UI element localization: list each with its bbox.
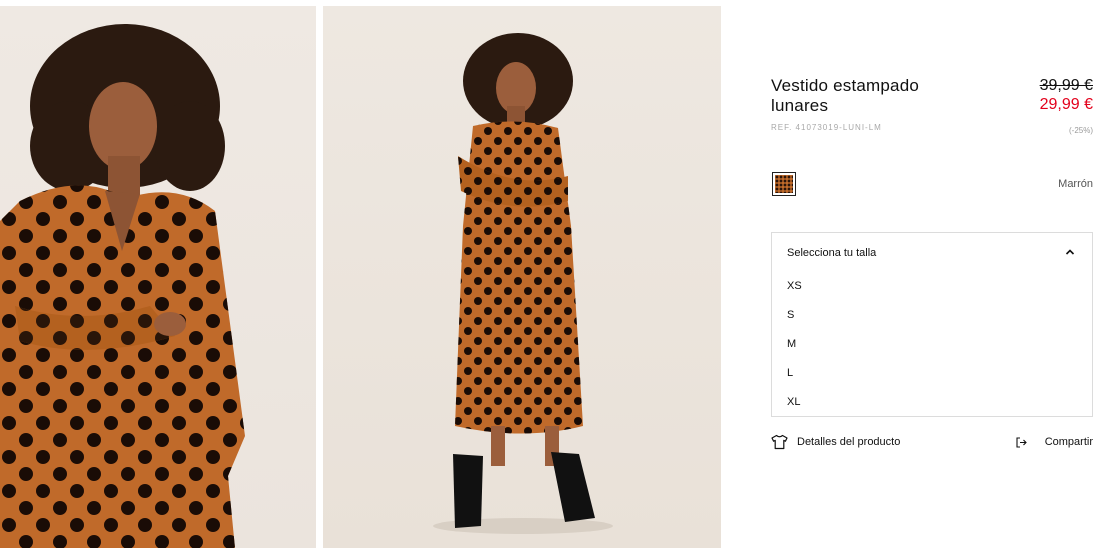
tshirt-icon — [771, 434, 788, 450]
share-label: Compartir — [1044, 436, 1093, 448]
model-closeup-illustration — [0, 24, 245, 548]
product-photo-fullbody[interactable] — [323, 6, 721, 548]
color-swatch-marron[interactable] — [772, 172, 796, 196]
product-photo-closeup[interactable] — [0, 6, 316, 548]
size-option-l[interactable]: L — [787, 363, 1077, 383]
size-option-xs[interactable]: XS — [787, 276, 1077, 296]
product-info-panel: Vestido estampado lunares REF. 41073019-… — [771, 0, 1093, 548]
product-reference: REF. 41073019-LUNI-LM — [771, 123, 882, 132]
discount-badge: (-25%) — [1068, 126, 1093, 135]
chevron-up-icon — [1065, 249, 1075, 255]
original-price: 39,99 € — [1039, 77, 1093, 94]
size-selector: Selecciona tu talla XS S M L XL — [771, 232, 1093, 417]
sale-price: 29,99 € — [1039, 96, 1093, 113]
size-selector-toggle[interactable]: Selecciona tu talla — [772, 233, 1092, 271]
selected-color-name: Marrón — [1058, 178, 1093, 190]
size-option-m[interactable]: M — [787, 334, 1077, 354]
model-fullbody-illustration — [433, 33, 613, 534]
product-details-button[interactable]: Detalles del producto — [771, 433, 900, 451]
product-title: Vestido estampado lunares — [771, 76, 919, 115]
size-option-s[interactable]: S — [787, 305, 1077, 325]
product-details-label: Detalles del producto — [797, 436, 901, 448]
share-icon — [1016, 436, 1027, 448]
size-selector-label: Selecciona tu talla — [787, 247, 877, 259]
polka-dot-swatch-icon — [775, 175, 793, 193]
share-button[interactable]: Compartir — [1016, 433, 1093, 451]
size-option-xl[interactable]: XL — [787, 392, 1077, 412]
